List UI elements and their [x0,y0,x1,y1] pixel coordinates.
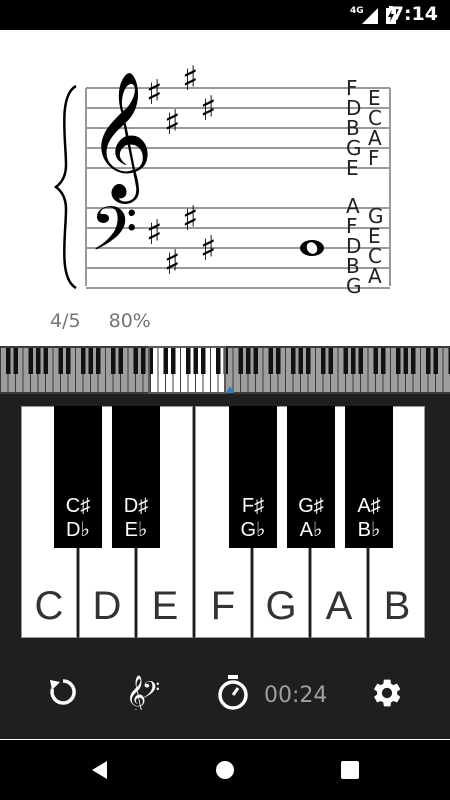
svg-text:♯: ♯ [182,199,198,239]
mini-black-key [81,348,86,374]
staff-area: 𝄞 𝄢 ♯ ♯ ♯ ♯ ♯ ♯ ♯ ♯ F D B G E E C A F A … [0,30,450,345]
treble-clef-icon: 𝄞 [88,70,153,204]
bass-labels-left: A F D B G [346,194,362,298]
black-key-c-sharp[interactable]: C♯ D♭ [54,406,102,548]
mini-black-key [328,348,333,374]
mini-black-key [321,348,326,374]
keyboard-overview[interactable] [0,346,450,394]
mini-black-key [343,348,348,374]
bass-labels-right: G E C A [368,204,384,288]
mini-black-key [96,348,101,374]
home-icon[interactable] [215,760,235,780]
mini-black-key [373,348,378,374]
svg-text:♯: ♯ [200,89,216,129]
mini-black-key [141,348,146,374]
mini-black-key [171,348,176,374]
mini-black-key [133,348,138,374]
clefs-icon[interactable]: 𝄞 𝄢 [126,674,170,710]
elapsed-timer: 00:24 [264,683,328,708]
mini-black-key [246,348,251,374]
progress-count: 4/5 [50,310,81,332]
svg-text:♯: ♯ [164,103,180,143]
treble-labels-right: E C A F [368,86,382,170]
svg-text:♯: ♯ [146,213,162,253]
navigation-bar [0,740,450,800]
mini-black-key [291,348,296,374]
mini-black-key [358,348,363,374]
mini-black-key [268,348,273,374]
black-key-g-sharp[interactable]: G♯ A♭ [287,406,335,548]
mini-black-key [403,348,408,374]
bass-clef-icon: 𝄢 [90,194,138,280]
mini-black-key [111,348,116,374]
mini-black-key [88,348,93,374]
stopwatch-icon[interactable] [216,674,250,712]
mini-black-key [298,348,303,374]
clock: 7:14 [390,3,438,25]
status-bar: 4G 7:14 [0,0,450,30]
black-key-a-sharp[interactable]: A♯ B♭ [345,406,393,548]
keyboard-overview-svg[interactable] [0,346,450,394]
progress-percent: 80% [108,310,151,332]
replay-icon[interactable] [47,676,79,708]
bass-key-signature: ♯ ♯ ♯ ♯ [146,199,216,283]
mini-black-key [238,348,243,374]
treble-labels-left: F D B G E [346,76,362,180]
mini-black-key [351,348,356,374]
mini-black-key [253,348,258,374]
svg-text:𝄢: 𝄢 [142,676,160,709]
mini-black-key [216,348,221,374]
svg-text:♯: ♯ [146,73,162,113]
svg-text:♯: ♯ [164,243,180,283]
mini-black-key [306,348,311,374]
mini-black-key [28,348,33,374]
brace [53,84,77,290]
black-key-d-sharp[interactable]: D♯ E♭ [112,406,160,548]
mini-black-key [186,348,191,374]
black-key-f-sharp[interactable]: F♯ G♭ [229,406,277,548]
mini-black-key [381,348,386,374]
mini-black-key [433,348,438,374]
mini-black-key [13,348,18,374]
mini-black-key [163,348,168,374]
back-icon[interactable] [90,760,110,780]
treble-key-signature: ♯ ♯ ♯ ♯ [146,59,216,143]
mini-black-key [118,348,123,374]
signal-icon [362,8,378,24]
mini-black-key [193,348,198,374]
mini-black-key [396,348,401,374]
mini-black-key [43,348,48,374]
mini-black-key [276,348,281,374]
svg-text:♯: ♯ [200,229,216,269]
svg-text:♯: ♯ [182,59,198,99]
mini-black-key [6,348,11,374]
mini-black-key [411,348,416,374]
mini-black-key [66,348,71,374]
recents-icon[interactable] [341,761,359,779]
mini-black-key [58,348,63,374]
mini-black-key [36,348,41,374]
settings-icon[interactable] [370,676,404,710]
mini-black-key [201,348,206,374]
mini-black-key [426,348,431,374]
progress-text: 4/5 80% [50,310,173,332]
